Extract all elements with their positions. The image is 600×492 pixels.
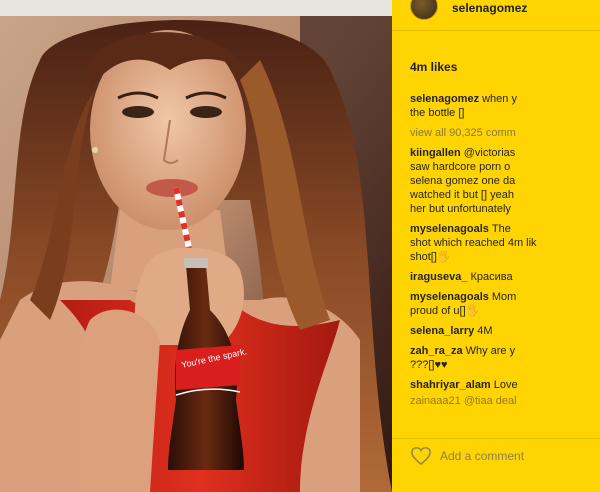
comment-text: @victorias xyxy=(463,147,516,159)
comment-text: Love xyxy=(493,379,518,391)
view-all-comments-link[interactable]: view all 90,325 comm xyxy=(410,126,600,140)
comment-username[interactable]: shahriyar_alam xyxy=(410,379,491,391)
add-comment-row[interactable]: Add a comment xyxy=(410,446,600,466)
comment-username[interactable]: kiingallen xyxy=(410,147,461,159)
comment: selena_larry 4M xyxy=(410,324,600,338)
caption: selenagomez when y the bottle [] xyxy=(410,92,600,120)
comment-text: Why are y xyxy=(465,345,516,357)
comment: iraguseva_ Красива xyxy=(410,270,600,284)
comment-username[interactable]: iraguseva_ xyxy=(410,271,467,283)
comment-text: Красива xyxy=(470,271,513,283)
comment-text: ???[]♥♥ xyxy=(410,359,448,371)
comment-text: The xyxy=(491,223,511,235)
comment-text: 4M xyxy=(477,325,493,337)
left-eye xyxy=(122,106,154,118)
post-username[interactable]: selenagomez xyxy=(452,1,527,15)
comment-text: shot[]🖐 xyxy=(410,251,451,263)
comment-text: saw hardcore porn o xyxy=(410,161,511,173)
comment-username[interactable]: zah_ra_za xyxy=(410,345,463,357)
previous-post-strip xyxy=(0,0,392,16)
add-comment-input[interactable]: Add a comment xyxy=(440,449,524,463)
comments-panel: selenagomez 4m likes selenagomez when y t… xyxy=(392,0,600,492)
lips xyxy=(146,179,198,197)
comment-text: selena gomez one da xyxy=(410,175,516,187)
comment-username[interactable]: myselenagoals xyxy=(410,223,489,235)
heart-icon[interactable] xyxy=(410,446,432,466)
comment-username[interactable]: selena_larry xyxy=(410,325,474,337)
comment: shahriyar_alam Love xyxy=(410,378,600,392)
divider xyxy=(392,438,600,439)
comment: myselenagoals Mom proud of u[]🖐 xyxy=(410,290,600,318)
comment: zah_ra_za Why are y ???[]♥♥ xyxy=(410,344,600,372)
post-header: selenagomez xyxy=(392,0,600,22)
comment: myselenagoals The shot which reached 4m li… xyxy=(410,222,600,264)
comment-text: shot which reached 4m lik xyxy=(410,237,537,249)
comments-list: selenagomez when y the bottle [] view all… xyxy=(410,92,600,414)
comment-text: her but unfortunately xyxy=(410,203,511,215)
caption-text: when y xyxy=(482,93,517,105)
divider xyxy=(392,30,600,31)
cut-comment: zainaaa21 @tiaa deal xyxy=(410,395,517,407)
caption-text-2: the bottle [] xyxy=(410,107,465,119)
right-eye xyxy=(190,106,222,118)
comment: kiingallen @victorias saw hardcore porn o s… xyxy=(410,146,600,216)
comment-text: watched it but [] yeah xyxy=(410,189,514,201)
comment-username[interactable]: myselenagoals xyxy=(410,291,489,303)
avatar[interactable] xyxy=(410,0,438,20)
post-photo: You're the spark. xyxy=(0,0,392,492)
comment-text: Mom xyxy=(491,291,517,303)
likes-count[interactable]: 4m likes xyxy=(410,60,457,74)
comment-text: proud of u[]🖐 xyxy=(410,305,480,317)
caption-username[interactable]: selenagomez xyxy=(410,93,479,105)
